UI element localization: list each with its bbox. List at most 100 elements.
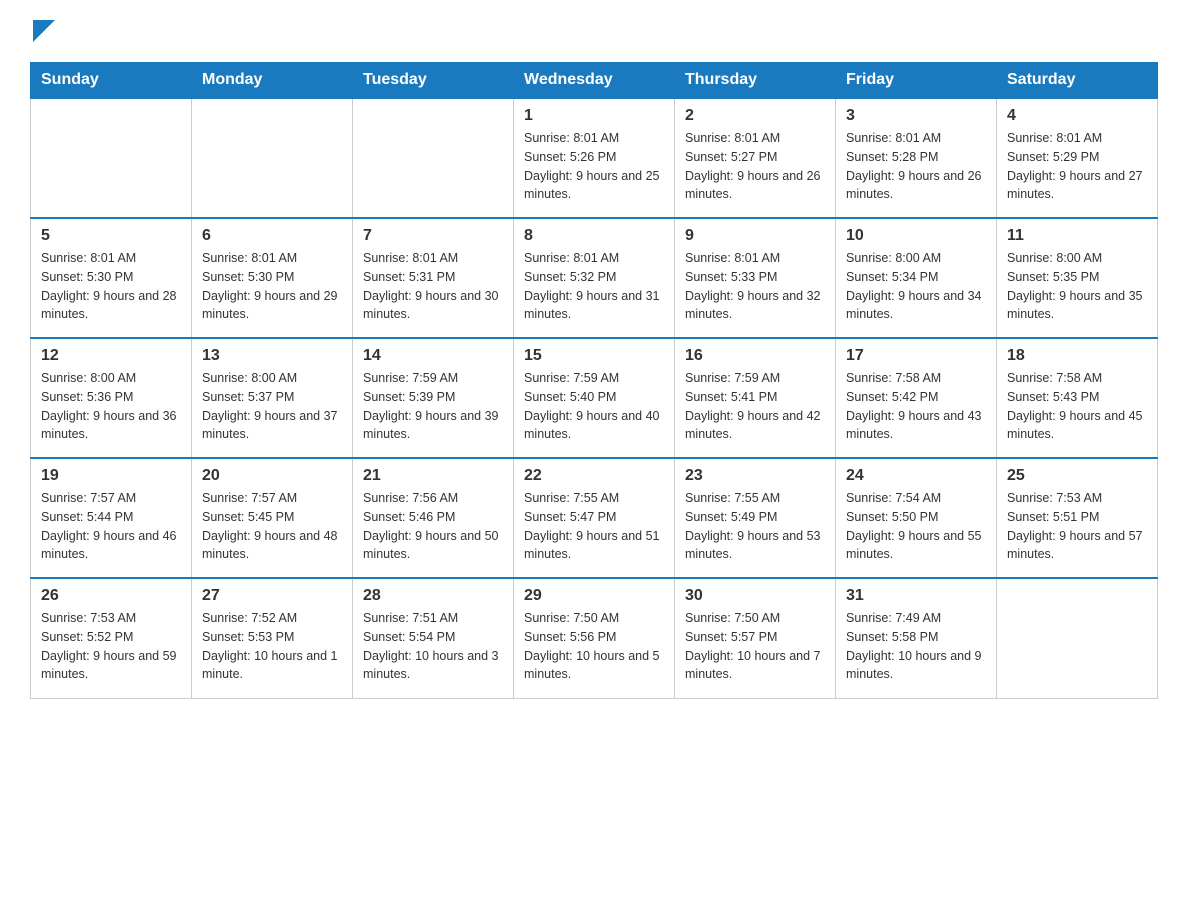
header-tuesday: Tuesday — [353, 63, 514, 99]
day-number: 5 — [41, 227, 181, 245]
calendar-cell: 10Sunrise: 8:00 AMSunset: 5:34 PMDayligh… — [836, 218, 997, 338]
calendar-cell: 27 Sunrise: 7:52 AMSunset: 5:53 PMDayligh… — [192, 578, 353, 698]
day-info: Sunrise: 8:00 AMSunset: 5:34 PMDaylight:… — [846, 249, 986, 324]
calendar-cell: 26 Sunrise: 7:53 AMSunset: 5:52 PMDayligh… — [31, 578, 192, 698]
day-number: 30 — [685, 587, 825, 605]
day-number: 9 — [685, 227, 825, 245]
day-info: Sunrise: 7:57 AMSunset: 5:44 PMDaylight:… — [41, 489, 181, 564]
day-number: 11 — [1007, 227, 1147, 245]
calendar-cell: 9 Sunrise: 8:01 AMSunset: 5:33 PMDaylight… — [675, 218, 836, 338]
day-info: Sunrise: 8:01 AMSunset: 5:30 PMDaylight:… — [202, 249, 342, 324]
day-number: 28 — [363, 587, 503, 605]
calendar-week-row: 5 Sunrise: 8:01 AMSunset: 5:30 PMDaylight… — [31, 218, 1158, 338]
day-info: Sunrise: 7:59 AMSunset: 5:40 PMDaylight:… — [524, 369, 664, 444]
calendar-cell — [192, 98, 353, 218]
day-number: 22 — [524, 467, 664, 485]
day-info: Sunrise: 7:55 AMSunset: 5:47 PMDaylight:… — [524, 489, 664, 564]
calendar-cell: 5 Sunrise: 8:01 AMSunset: 5:30 PMDaylight… — [31, 218, 192, 338]
calendar-cell: 6 Sunrise: 8:01 AMSunset: 5:30 PMDaylight… — [192, 218, 353, 338]
day-info: Sunrise: 7:53 AMSunset: 5:51 PMDaylight:… — [1007, 489, 1147, 564]
day-info: Sunrise: 7:57 AMSunset: 5:45 PMDaylight:… — [202, 489, 342, 564]
day-info: Sunrise: 8:01 AMSunset: 5:29 PMDaylight:… — [1007, 129, 1147, 204]
day-number: 2 — [685, 107, 825, 125]
day-info: Sunrise: 7:54 AMSunset: 5:50 PMDaylight:… — [846, 489, 986, 564]
day-number: 29 — [524, 587, 664, 605]
day-number: 23 — [685, 467, 825, 485]
calendar-cell: 24 Sunrise: 7:54 AMSunset: 5:50 PMDayligh… — [836, 458, 997, 578]
calendar-cell: 23 Sunrise: 7:55 AMSunset: 5:49 PMDayligh… — [675, 458, 836, 578]
calendar-cell: 20 Sunrise: 7:57 AMSunset: 5:45 PMDayligh… — [192, 458, 353, 578]
calendar-cell: 28Sunrise: 7:51 AMSunset: 5:54 PMDayligh… — [353, 578, 514, 698]
calendar-cell: 2 Sunrise: 8:01 AMSunset: 5:27 PMDaylight… — [675, 98, 836, 218]
calendar-cell: 21 Sunrise: 7:56 AMSunset: 5:46 PMDayligh… — [353, 458, 514, 578]
day-number: 4 — [1007, 107, 1147, 125]
calendar-cell: 15 Sunrise: 7:59 AMSunset: 5:40 PMDayligh… — [514, 338, 675, 458]
day-number: 12 — [41, 347, 181, 365]
day-number: 15 — [524, 347, 664, 365]
calendar-cell: 31 Sunrise: 7:49 AMSunset: 5:58 PMDayligh… — [836, 578, 997, 698]
day-info: Sunrise: 7:55 AMSunset: 5:49 PMDaylight:… — [685, 489, 825, 564]
header-friday: Friday — [836, 63, 997, 99]
calendar-week-row: 26 Sunrise: 7:53 AMSunset: 5:52 PMDayligh… — [31, 578, 1158, 698]
calendar-table: Sunday Monday Tuesday Wednesday Thursday… — [30, 62, 1158, 699]
calendar-week-row: 1 Sunrise: 8:01 AMSunset: 5:26 PMDaylight… — [31, 98, 1158, 218]
header-thursday: Thursday — [675, 63, 836, 99]
day-number: 3 — [846, 107, 986, 125]
day-number: 7 — [363, 227, 503, 245]
day-number: 27 — [202, 587, 342, 605]
calendar-cell: 11 Sunrise: 8:00 AMSunset: 5:35 PMDayligh… — [997, 218, 1158, 338]
day-number: 26 — [41, 587, 181, 605]
day-info: Sunrise: 8:01 AMSunset: 5:30 PMDaylight:… — [41, 249, 181, 324]
day-number: 31 — [846, 587, 986, 605]
calendar-cell: 25 Sunrise: 7:53 AMSunset: 5:51 PMDayligh… — [997, 458, 1158, 578]
calendar-cell — [31, 98, 192, 218]
day-number: 1 — [524, 107, 664, 125]
day-number: 17 — [846, 347, 986, 365]
calendar-cell: 16Sunrise: 7:59 AMSunset: 5:41 PMDayligh… — [675, 338, 836, 458]
day-info: Sunrise: 8:00 AMSunset: 5:35 PMDaylight:… — [1007, 249, 1147, 324]
calendar-cell: 12 Sunrise: 8:00 AMSunset: 5:36 PMDayligh… — [31, 338, 192, 458]
calendar-header-row: Sunday Monday Tuesday Wednesday Thursday… — [31, 63, 1158, 99]
header-monday: Monday — [192, 63, 353, 99]
day-info: Sunrise: 8:00 AMSunset: 5:36 PMDaylight:… — [41, 369, 181, 444]
header-wednesday: Wednesday — [514, 63, 675, 99]
day-number: 20 — [202, 467, 342, 485]
calendar-cell: 1 Sunrise: 8:01 AMSunset: 5:26 PMDaylight… — [514, 98, 675, 218]
calendar-week-row: 12 Sunrise: 8:00 AMSunset: 5:36 PMDayligh… — [31, 338, 1158, 458]
day-number: 13 — [202, 347, 342, 365]
day-number: 6 — [202, 227, 342, 245]
day-number: 25 — [1007, 467, 1147, 485]
day-info: Sunrise: 8:01 AMSunset: 5:26 PMDaylight:… — [524, 129, 664, 204]
header-sunday: Sunday — [31, 63, 192, 99]
header-saturday: Saturday — [997, 63, 1158, 99]
calendar-cell: 3 Sunrise: 8:01 AMSunset: 5:28 PMDaylight… — [836, 98, 997, 218]
day-info: Sunrise: 7:49 AMSunset: 5:58 PMDaylight:… — [846, 609, 986, 684]
calendar-cell: 8Sunrise: 8:01 AMSunset: 5:32 PMDaylight… — [514, 218, 675, 338]
day-info: Sunrise: 8:01 AMSunset: 5:27 PMDaylight:… — [685, 129, 825, 204]
day-info: Sunrise: 7:53 AMSunset: 5:52 PMDaylight:… — [41, 609, 181, 684]
day-number: 21 — [363, 467, 503, 485]
day-number: 14 — [363, 347, 503, 365]
day-number: 24 — [846, 467, 986, 485]
day-info: Sunrise: 8:01 AMSunset: 5:28 PMDaylight:… — [846, 129, 986, 204]
calendar-week-row: 19Sunrise: 7:57 AMSunset: 5:44 PMDayligh… — [31, 458, 1158, 578]
day-info: Sunrise: 7:50 AMSunset: 5:56 PMDaylight:… — [524, 609, 664, 684]
page-header — [30, 20, 1158, 42]
day-info: Sunrise: 8:00 AMSunset: 5:37 PMDaylight:… — [202, 369, 342, 444]
calendar-cell: 17 Sunrise: 7:58 AMSunset: 5:42 PMDayligh… — [836, 338, 997, 458]
day-info: Sunrise: 8:01 AMSunset: 5:31 PMDaylight:… — [363, 249, 503, 324]
day-info: Sunrise: 8:01 AMSunset: 5:33 PMDaylight:… — [685, 249, 825, 324]
calendar-cell: 4 Sunrise: 8:01 AMSunset: 5:29 PMDaylight… — [997, 98, 1158, 218]
day-info: Sunrise: 7:58 AMSunset: 5:42 PMDaylight:… — [846, 369, 986, 444]
day-info: Sunrise: 7:56 AMSunset: 5:46 PMDaylight:… — [363, 489, 503, 564]
calendar-cell: 18Sunrise: 7:58 AMSunset: 5:43 PMDayligh… — [997, 338, 1158, 458]
calendar-cell: 13 Sunrise: 8:00 AMSunset: 5:37 PMDayligh… — [192, 338, 353, 458]
day-info: Sunrise: 7:52 AMSunset: 5:53 PMDaylight:… — [202, 609, 342, 684]
calendar-cell: 29 Sunrise: 7:50 AMSunset: 5:56 PMDayligh… — [514, 578, 675, 698]
calendar-cell: 7 Sunrise: 8:01 AMSunset: 5:31 PMDaylight… — [353, 218, 514, 338]
day-number: 16 — [685, 347, 825, 365]
calendar-cell — [353, 98, 514, 218]
day-info: Sunrise: 7:59 AMSunset: 5:39 PMDaylight:… — [363, 369, 503, 444]
day-info: Sunrise: 7:58 AMSunset: 5:43 PMDaylight:… — [1007, 369, 1147, 444]
logo — [30, 20, 55, 42]
